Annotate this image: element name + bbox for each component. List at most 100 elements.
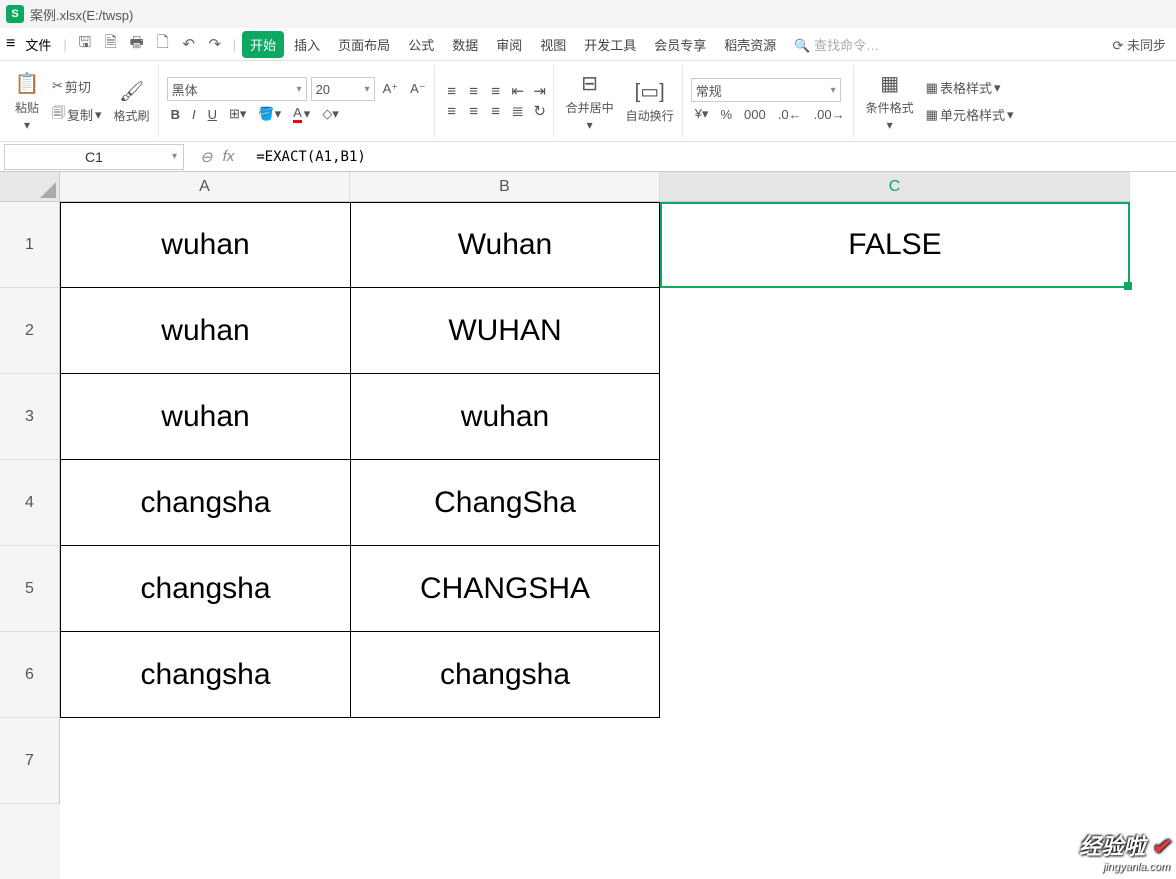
align-center-icon[interactable]: ≡	[465, 102, 483, 120]
decrease-font-icon[interactable]: A⁻	[406, 79, 430, 99]
cell-b1[interactable]: Wuhan	[350, 202, 660, 288]
number-format-combo[interactable]: 常规▾	[691, 78, 841, 102]
cell-c1[interactable]: FALSE	[660, 202, 1130, 288]
font-size-combo[interactable]: 20▾	[311, 77, 375, 101]
orientation-icon[interactable]: ↻	[531, 102, 549, 120]
align-bottom-icon[interactable]: ≡	[487, 82, 505, 100]
percent-button[interactable]: %	[716, 105, 736, 124]
style-group: ▦条件格式▾ ▦ 表格样式▾ ▦ 单元格样式▾	[858, 65, 1022, 137]
tab-formula[interactable]: 公式	[400, 31, 442, 58]
cond-format-button[interactable]: ▦条件格式▾	[862, 69, 918, 134]
row-header-5[interactable]: 5	[0, 546, 60, 632]
merge-center-button[interactable]: ⊟合并居中▾	[562, 69, 618, 134]
underline-button[interactable]: U	[204, 105, 221, 124]
tab-review[interactable]: 审阅	[488, 31, 530, 58]
increase-font-icon[interactable]: A⁺	[379, 79, 403, 99]
cell-b6[interactable]: changsha	[350, 632, 660, 718]
comma-button[interactable]: 000	[740, 105, 770, 124]
print-icon[interactable]: 🖶	[125, 32, 149, 56]
titlebar: S 案例.xlsx(E:/twsp)	[0, 0, 1176, 28]
select-all-corner[interactable]	[0, 172, 60, 202]
cell-c4[interactable]	[660, 460, 1130, 546]
col-header-c[interactable]: C	[660, 172, 1130, 202]
indent-increase-icon[interactable]: ⇥	[531, 82, 549, 100]
fx-icon[interactable]: fx	[223, 148, 235, 165]
cell-c7[interactable]	[660, 718, 1130, 804]
row-header-3[interactable]: 3	[0, 374, 60, 460]
cell-c2[interactable]	[660, 288, 1130, 374]
italic-button[interactable]: I	[188, 105, 200, 124]
tab-view[interactable]: 视图	[532, 31, 574, 58]
borders-button[interactable]: ⊞▾	[225, 104, 250, 124]
hamburger-icon[interactable]: ≡	[6, 35, 15, 53]
cell-a1[interactable]: wuhan	[60, 202, 350, 288]
cell-b5[interactable]: CHANGSHA	[350, 546, 660, 632]
cell-a2[interactable]: wuhan	[60, 288, 350, 374]
sync-status[interactable]: ⟳ 未同步	[1112, 35, 1166, 54]
save-icon[interactable]: 🖫	[73, 32, 97, 56]
undo-icon[interactable]: ↶	[177, 32, 201, 56]
cell-c3[interactable]	[660, 374, 1130, 460]
col-header-a[interactable]: A	[60, 172, 350, 202]
align-middle-icon[interactable]: ≡	[465, 82, 483, 100]
row-header-6[interactable]: 6	[0, 632, 60, 718]
align-group: ≡ ≡ ≡ ⇤ ⇥ ≡ ≡ ≡ ≣ ↻	[439, 65, 554, 137]
formula-input[interactable]	[250, 144, 1176, 170]
copy-button[interactable]: 🗐 复制▾	[48, 102, 106, 128]
tab-insert[interactable]: 插入	[286, 31, 328, 58]
command-search[interactable]: 🔍 查找命令…	[794, 35, 879, 54]
tab-start[interactable]: 开始	[242, 31, 284, 58]
bold-button[interactable]: B	[167, 105, 184, 124]
col-header-b[interactable]: B	[350, 172, 660, 202]
align-right-icon[interactable]: ≡	[487, 102, 505, 120]
currency-button[interactable]: ¥▾	[691, 104, 713, 124]
font-group: 黑体▾ 20▾ A⁺ A⁻ B I U ⊞▾ 🪣▾ A▾ ◇▾	[163, 65, 435, 137]
tab-docer[interactable]: 稻壳资源	[716, 31, 784, 58]
cell-b3[interactable]: wuhan	[350, 374, 660, 460]
tab-page-layout[interactable]: 页面布局	[330, 31, 398, 58]
print-preview-icon[interactable]: 🗋	[151, 32, 175, 56]
format-painter-button[interactable]: 🖌格式刷	[110, 77, 154, 126]
tab-member[interactable]: 会员专享	[646, 31, 714, 58]
align-top-icon[interactable]: ≡	[443, 82, 461, 100]
window-title: 案例.xlsx(E:/twsp)	[30, 5, 133, 24]
align-left-icon[interactable]: ≡	[443, 102, 461, 120]
cell-a7[interactable]	[60, 718, 350, 804]
cell-a6[interactable]: changsha	[60, 632, 350, 718]
tab-data[interactable]: 数据	[444, 31, 486, 58]
row-header-2[interactable]: 2	[0, 288, 60, 374]
cell-style-button[interactable]: ▦ 单元格样式▾	[922, 103, 1018, 126]
auto-wrap-button[interactable]: [▭]自动换行	[622, 77, 678, 126]
decrease-decimal-button[interactable]: .0←	[774, 105, 806, 124]
zoom-out-icon[interactable]: ⊖	[200, 148, 213, 166]
row-header-1[interactable]: 1	[0, 202, 60, 288]
indent-decrease-icon[interactable]: ⇤	[509, 82, 527, 100]
cell-a3[interactable]: wuhan	[60, 374, 350, 460]
name-box[interactable]: C1▾	[4, 144, 184, 170]
cell-c5[interactable]	[660, 546, 1130, 632]
font-name-combo[interactable]: 黑体▾	[167, 77, 307, 101]
save-as-icon[interactable]: 🗎	[99, 32, 123, 56]
redo-icon[interactable]: ↷	[203, 32, 227, 56]
paste-button[interactable]: 📋粘贴▾	[10, 69, 44, 134]
cell-a5[interactable]: changsha	[60, 546, 350, 632]
spreadsheet-grid: 1 2 3 4 5 6 7 A B C wuhan Wuhan FALSE wu…	[0, 172, 1176, 879]
cell-b4[interactable]: ChangSha	[350, 460, 660, 546]
cell-b7[interactable]	[350, 718, 660, 804]
cut-button[interactable]: ✂ 剪切	[48, 75, 106, 98]
clear-format-button[interactable]: ◇▾	[318, 104, 343, 124]
cell-b2[interactable]: WUHAN	[350, 288, 660, 374]
row-header-4[interactable]: 4	[0, 460, 60, 546]
number-group: 常规▾ ¥▾ % 000 .0← .00→	[687, 65, 854, 137]
justify-icon[interactable]: ≣	[509, 102, 527, 120]
row-header-7[interactable]: 7	[0, 718, 60, 804]
cell-a4[interactable]: changsha	[60, 460, 350, 546]
cell-c6[interactable]	[660, 632, 1130, 718]
fill-color-button[interactable]: 🪣▾	[254, 104, 285, 124]
file-menu[interactable]: 文件	[19, 33, 57, 56]
increase-decimal-button[interactable]: .00→	[810, 105, 849, 124]
tab-dev-tools[interactable]: 开发工具	[576, 31, 644, 58]
table-style-button[interactable]: ▦ 表格样式▾	[922, 76, 1018, 99]
font-color-button[interactable]: A▾	[289, 103, 314, 125]
app-icon: S	[6, 5, 24, 23]
